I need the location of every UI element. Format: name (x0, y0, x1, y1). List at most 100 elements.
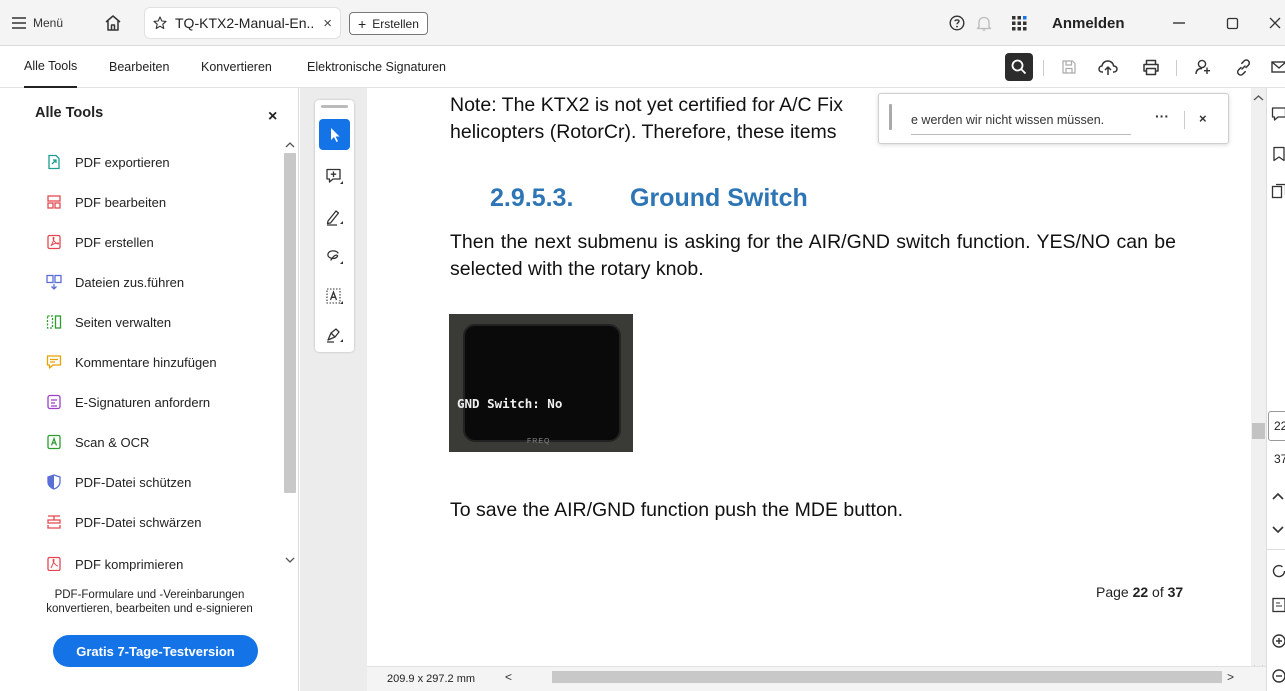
page-number-input[interactable]: 22 (1268, 411, 1285, 441)
popup-close-icon[interactable]: × (1199, 111, 1207, 126)
redact-pdf-icon (45, 513, 63, 531)
save-icon[interactable] (1058, 56, 1080, 78)
hamburger-icon (12, 17, 26, 29)
menu-button[interactable]: Menü (12, 0, 63, 46)
scrollbar-thumb[interactable] (1252, 423, 1265, 439)
panel-close-icon[interactable]: × (268, 108, 277, 126)
compress-pdf-icon (45, 555, 63, 571)
document-vertical-scrollbar[interactable] (1251, 88, 1266, 671)
scrollbar-thumb[interactable] (284, 153, 296, 493)
free-trial-button[interactable]: Gratis 7-Tage-Testversion (53, 635, 258, 667)
sign-pen-icon[interactable] (319, 319, 350, 350)
fit-page-icon[interactable] (1271, 597, 1285, 613)
popup-accent-bar (889, 104, 892, 130)
mail-icon[interactable] (1268, 56, 1285, 78)
help-icon[interactable] (949, 0, 965, 46)
combine-files-icon (45, 273, 63, 291)
home-button[interactable] (104, 0, 122, 46)
tool-item-label: PDF-Datei schützen (75, 474, 192, 490)
bookmark-icon[interactable] (1271, 146, 1285, 162)
link-icon[interactable] (1232, 56, 1254, 78)
tool-item-label: Dateien zus.führen (75, 274, 185, 290)
select-cursor-icon[interactable] (319, 119, 350, 150)
add-comment-icon[interactable] (319, 161, 350, 192)
lcd-text: GND Switch: No (457, 396, 563, 411)
rail-divider (1267, 549, 1285, 550)
tool-item-pdf-datei-schuetzen[interactable]: PDF-Datei schützen (45, 469, 275, 495)
zoom-in-icon[interactable] (1271, 633, 1285, 649)
share-user-icon[interactable] (1192, 56, 1214, 78)
panel-title: Alle Tools (35, 105, 104, 121)
tool-item-pdf-komprimieren[interactable]: PDF komprimieren (45, 551, 275, 571)
create-button[interactable]: + Erstellen (349, 12, 428, 35)
minimize-window-icon[interactable] (1172, 0, 1186, 46)
save-instruction-text: To save the AIR/GND function push the MD… (450, 499, 904, 521)
protect-pdf-icon (45, 473, 63, 491)
star-icon[interactable] (153, 16, 167, 30)
horizontal-scrollbar-thumb[interactable] (552, 671, 1222, 683)
menu-konvertieren[interactable]: Konvertieren (201, 46, 272, 88)
apps-grid-icon[interactable] (1011, 0, 1028, 46)
tool-item-e-signaturen-anfordern[interactable]: E-Signaturen anfordern (45, 389, 275, 415)
tool-item-kommentare-hinzufuegen[interactable]: Kommentare hinzufügen (45, 349, 275, 375)
promo-line: PDF-Formulare und -Vereinbarungen (54, 589, 245, 601)
tab-close-icon[interactable]: × (323, 15, 332, 32)
previous-page-icon[interactable] (1271, 491, 1285, 507)
scroll-left-icon[interactable]: < (505, 670, 512, 684)
maximize-window-icon[interactable] (1226, 0, 1239, 46)
document-tab[interactable]: TQ-KTX2-Manual-En... × (144, 7, 341, 39)
freehand-draw-icon[interactable] (319, 241, 350, 272)
menu-elektronische-signaturen[interactable]: Elektronische Signaturen (307, 46, 446, 88)
tool-item-pdf-exportieren[interactable]: PDF exportieren (45, 149, 275, 175)
tools-list: Alle Tools × PDF exportieren PDF bearbei… (0, 88, 282, 571)
tool-item-pdf-datei-schwaerzen[interactable]: PDF-Datei schwärzen (45, 509, 275, 535)
tool-item-pdf-erstellen[interactable]: PDF erstellen (45, 229, 275, 255)
tool-item-scan-ocr[interactable]: Scan & OCR (45, 429, 275, 455)
organize-pages-icon (45, 313, 63, 331)
tool-item-pdf-bearbeiten[interactable]: PDF bearbeiten (45, 189, 275, 215)
plus-icon: + (358, 15, 367, 32)
tool-item-label: Scan & OCR (75, 434, 150, 450)
popup-divider (1184, 111, 1185, 129)
refresh-icon[interactable] (1271, 563, 1285, 579)
promo-text: PDF-Formulare und -Vereinbarungen konver… (0, 588, 299, 616)
zoom-out-icon[interactable] (1271, 668, 1285, 684)
page-footer: Page 22 of 37 (1096, 584, 1183, 600)
text-select-icon[interactable] (319, 281, 350, 312)
cloud-upload-icon[interactable] (1097, 56, 1119, 78)
next-page-icon[interactable] (1271, 525, 1285, 541)
tools-list-scrollbar[interactable] (283, 138, 297, 568)
tool-item-label: PDF erstellen (75, 234, 154, 250)
comments-icon[interactable] (1271, 106, 1285, 122)
page-thumbnails-icon[interactable] (1271, 183, 1285, 199)
scroll-right-icon[interactable]: > (1227, 670, 1234, 684)
close-window-icon[interactable] (1269, 0, 1281, 46)
notification-popup: e werden wir nicht wissen müssen. ··· × (878, 93, 1229, 144)
note-line: Note: The KTX2 is not yet certified for … (450, 94, 844, 116)
notification-bell-icon[interactable] (976, 0, 992, 46)
section-heading: Ground Switch (630, 184, 808, 212)
lcd-screen (463, 324, 621, 442)
popup-underline (911, 134, 1131, 135)
tool-item-seiten-verwalten[interactable]: Seiten verwalten (45, 309, 275, 335)
document-viewer: Note: The KTX2 is not yet certified for … (300, 88, 1266, 691)
highlight-pen-icon[interactable] (319, 201, 350, 232)
tool-item-label: PDF komprimieren (75, 556, 184, 572)
tool-item-label: PDF exportieren (75, 154, 170, 170)
menu-bearbeiten[interactable]: Bearbeiten (109, 46, 169, 88)
popup-text: e werden wir nicht wissen müssen. (911, 113, 1105, 127)
print-icon[interactable] (1140, 56, 1162, 78)
menu-label: Menü (33, 16, 64, 30)
menu-alle-tools[interactable]: Alle Tools (24, 46, 78, 88)
search-button[interactable] (1005, 53, 1033, 81)
page-dimensions: 209.9 x 297.2 mm (387, 673, 476, 685)
title-bar: Menü TQ-KTX2-Manual-En... × + Erstellen … (0, 0, 1285, 46)
tool-item-label: Seiten verwalten (75, 314, 172, 330)
tool-item-dateien-zusammenfuehren[interactable]: Dateien zus.führen (45, 269, 275, 295)
toolbar-grip[interactable] (321, 105, 348, 108)
request-signature-icon (45, 393, 63, 411)
toolbar-divider (1176, 60, 1177, 76)
sign-in-button[interactable]: Anmelden (1052, 0, 1125, 46)
toolbar-divider (1043, 60, 1044, 76)
more-options-icon[interactable]: ··· (1155, 108, 1169, 124)
